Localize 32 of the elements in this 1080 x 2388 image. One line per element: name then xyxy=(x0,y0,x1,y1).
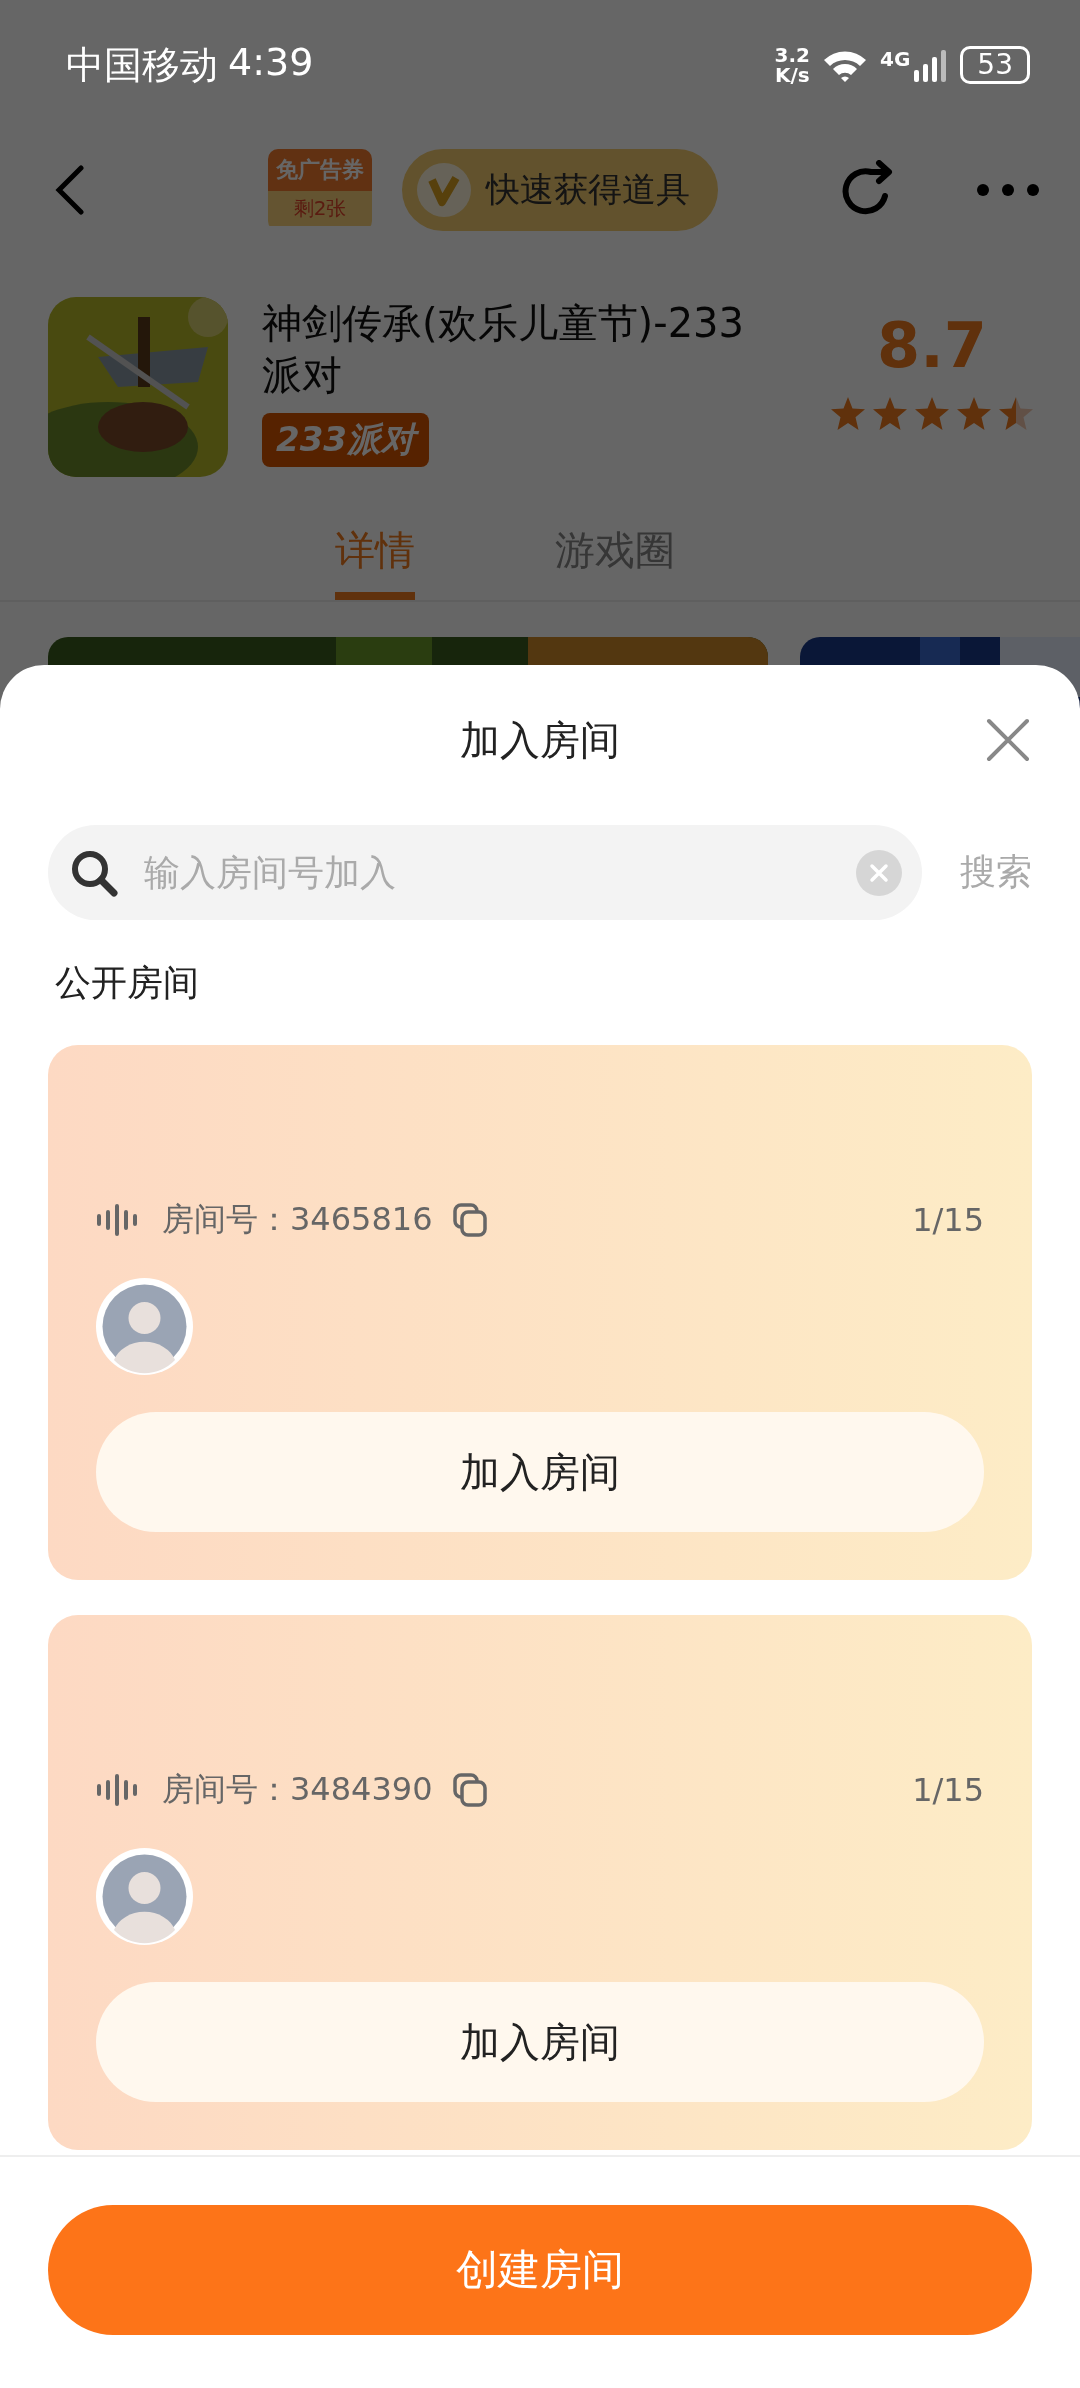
search-field[interactable]: 输入房间号加入 xyxy=(48,825,922,920)
voucher-badge[interactable]: 免广告券 剩2张 xyxy=(268,149,372,231)
create-room-button[interactable]: 创建房间 xyxy=(48,2205,1032,2335)
v-logo-icon xyxy=(416,162,472,218)
wifi-icon xyxy=(822,48,868,82)
tab[interactable]: 详情 xyxy=(335,510,415,600)
rating-score: 8.7 xyxy=(877,309,987,382)
signal-icon xyxy=(914,48,949,82)
join-room-button[interactable]: 加入房间 xyxy=(96,1982,984,2102)
clock-time: 4:39 xyxy=(228,39,314,86)
voucher-title: 免广告券 xyxy=(268,149,372,191)
join-room-button[interactable]: 加入房间 xyxy=(96,1412,984,1532)
network-type: 4G xyxy=(880,47,911,71)
more-icon[interactable] xyxy=(976,183,1040,197)
close-icon[interactable] xyxy=(986,718,1030,762)
copy-icon[interactable] xyxy=(452,1773,487,1807)
promo-button[interactable]: 快速获得道具 xyxy=(402,149,718,231)
party-tag: 233派对 xyxy=(262,413,429,467)
carrier-name: 中国移动 xyxy=(66,41,218,89)
battery-indicator: 53 xyxy=(960,46,1030,84)
network-speed: 3.2 K/s xyxy=(774,45,810,85)
sheet-title: 加入房间 xyxy=(460,715,620,765)
room-number: 房间号：3465816 xyxy=(162,1199,433,1240)
copy-icon[interactable] xyxy=(452,1203,487,1237)
back-icon[interactable] xyxy=(55,165,85,215)
section-title: 公开房间 xyxy=(54,961,200,1005)
member-count: 1/15 xyxy=(912,1771,984,1809)
member-count: 1/15 xyxy=(912,1201,984,1239)
game-title: 神剑传承(欢乐儿童节)-233派对 xyxy=(262,299,745,400)
room-number: 房间号：3484390 xyxy=(162,1769,433,1810)
voucher-count: 剩2张 xyxy=(268,191,372,226)
search-button[interactable]: 搜索 xyxy=(960,848,1032,897)
